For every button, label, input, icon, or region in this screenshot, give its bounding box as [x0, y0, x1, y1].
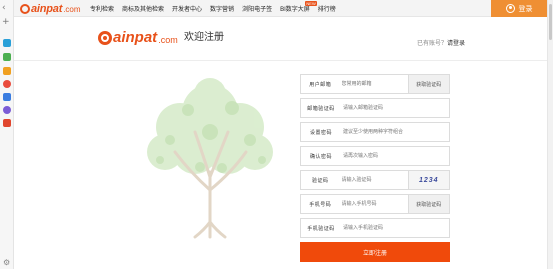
email-code-field[interactable] [341, 99, 449, 117]
scrollbar-thumb[interactable] [549, 4, 552, 40]
captcha-field[interactable] [339, 171, 408, 189]
register-logo-text: ainpat [113, 29, 158, 46]
tree-illustration [147, 78, 273, 239]
have-account-label: 已有账号？ [416, 41, 447, 47]
captcha-label: 验证码 [312, 177, 329, 184]
login-button[interactable]: 登录 [491, 0, 547, 17]
register-submit-button[interactable]: 立即注册 [300, 242, 450, 262]
confirm-password-label: 确认密码 [309, 153, 332, 160]
app-icon-4[interactable] [3, 80, 11, 88]
scrollbar[interactable] [547, 0, 553, 269]
logo-mark-icon [20, 3, 30, 14]
user-icon [505, 4, 515, 13]
sms-code-label: 手机验证码 [307, 225, 335, 232]
register-logo[interactable]: ainpat .com [98, 29, 178, 46]
app-icon-3[interactable] [3, 67, 11, 75]
phone-row: 手机号码 获取验证码 [300, 194, 450, 214]
email-label: 用户邮箱 [309, 81, 332, 88]
site-logo[interactable]: ainpat .com [20, 2, 81, 15]
get-sms-code-button[interactable]: 获取验证码 [407, 195, 449, 213]
email-field[interactable] [339, 75, 408, 93]
settings-gear-icon[interactable]: ⚙ [3, 258, 10, 267]
nav-item-patent-search[interactable]: 专利检索 [90, 4, 114, 13]
sms-code-row: 手机验证码 [300, 218, 450, 238]
logo-text: ainpat [31, 2, 63, 15]
nav-item-ranking[interactable]: 排行榜 [318, 4, 336, 13]
app-icon-6[interactable] [3, 106, 11, 114]
email-code-row: 邮箱验证码 [300, 98, 450, 118]
page-title: 欢迎注册 [184, 32, 224, 43]
nav-item-trademark-search[interactable]: 商标及其他检索 [122, 4, 164, 13]
nav-item-bi-label: BI数字大屏 [280, 7, 310, 13]
sms-code-field[interactable] [341, 219, 449, 237]
register-form: 用户邮箱 获取验证码 邮箱验证码 设置密码 确认密码 验证码 1234 手机号码… [300, 74, 450, 262]
app-icon-1[interactable] [3, 39, 11, 47]
new-badge: NEW [305, 1, 317, 6]
main-nav: 专利检索 商标及其他检索 开发者中心 数字营销 浏阳电子签 BI数字大屏 NEW … [90, 0, 344, 17]
nav-item-bi-screen[interactable]: BI数字大屏 NEW [280, 1, 317, 13]
login-link[interactable]: 请登录 [447, 41, 465, 47]
phone-field[interactable] [339, 195, 408, 213]
register-logo-mark-icon [98, 30, 112, 45]
captcha-row: 验证码 1234 [300, 170, 450, 190]
login-label: 登录 [518, 5, 533, 13]
email-row: 用户邮箱 获取验证码 [300, 74, 450, 94]
register-header: ainpat .com 欢迎注册 已有账号？请登录 [14, 17, 547, 61]
nav-item-marketing[interactable]: 数字营销 [210, 4, 234, 13]
add-icon[interactable]: + [2, 17, 10, 27]
top-navbar: ainpat .com 专利检索 商标及其他检索 开发者中心 数字营销 浏阳电子… [14, 0, 547, 17]
password-row: 设置密码 [300, 122, 450, 142]
confirm-password-field[interactable] [341, 147, 449, 165]
nav-item-esign[interactable]: 浏阳电子签 [242, 4, 272, 13]
back-icon[interactable]: ‹ [2, 3, 6, 13]
app-icon-7[interactable] [3, 119, 11, 127]
email-code-label: 邮箱验证码 [307, 105, 335, 112]
app-icon-5[interactable] [3, 93, 11, 101]
phone-label: 手机号码 [309, 201, 332, 208]
captcha-image[interactable]: 1234 [407, 171, 449, 189]
password-label: 设置密码 [309, 129, 332, 136]
logo-domain: .com [63, 5, 81, 14]
get-email-code-button[interactable]: 获取验证码 [407, 75, 449, 93]
confirm-password-row: 确认密码 [300, 146, 450, 166]
browser-sidebar: ‹ + [0, 0, 14, 269]
nav-item-developer[interactable]: 开发者中心 [172, 4, 202, 13]
register-logo-domain: .com [158, 34, 178, 45]
have-account-text: 已有账号？请登录 [417, 38, 465, 47]
password-field[interactable] [341, 123, 449, 141]
app-icon-2[interactable] [3, 53, 11, 61]
